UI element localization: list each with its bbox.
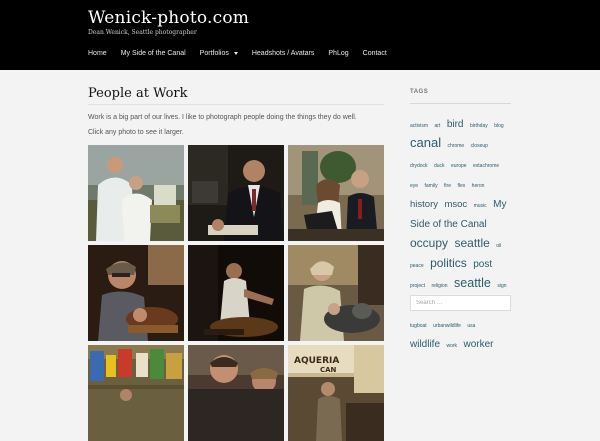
site-header: Wenick-photo.com Dean Wenick, Seattle ph…: [0, 0, 600, 70]
divider: [88, 104, 384, 105]
tag-link[interactable]: closeup: [471, 143, 488, 149]
photo-image: [188, 245, 284, 341]
tag-link[interactable]: music: [474, 203, 487, 209]
photo-image: [88, 345, 184, 441]
search-input[interactable]: [410, 295, 511, 311]
tag-link[interactable]: work: [446, 343, 457, 349]
photo-thumbnail-lab-workers[interactable]: [88, 145, 184, 241]
tag-link[interactable]: eye: [410, 183, 418, 189]
photo-thumbnail-workshop[interactable]: [188, 245, 284, 341]
site-title[interactable]: Wenick-photo.com: [88, 8, 249, 28]
photo-image: [288, 145, 384, 241]
site-description: Dean Wenick, Seattle photographer: [88, 29, 197, 36]
nav-item-label: Contact: [362, 49, 387, 57]
photo-thumbnail-woman-man-laptop[interactable]: [288, 145, 384, 241]
tag-link[interactable]: sign: [497, 283, 506, 289]
photo-image: [88, 245, 184, 341]
tag-link[interactable]: wildlife: [410, 339, 440, 350]
intro-text: Work is a big part of our lives. I like …: [88, 114, 357, 121]
tag-link[interactable]: religion: [431, 283, 447, 289]
tag-link[interactable]: europe: [451, 163, 467, 169]
tag-link[interactable]: usa: [467, 323, 475, 329]
photo-image: [188, 345, 284, 441]
tag-link[interactable]: msoc: [444, 199, 467, 210]
tag-cloud: activism art bird birthday blog canal ch…: [410, 113, 513, 353]
photo-thumbnail-man-signing[interactable]: [188, 145, 284, 241]
nav-item-label: Home: [88, 49, 107, 57]
tag-link[interactable]: history: [410, 199, 438, 210]
tag-link[interactable]: tugboat: [410, 323, 427, 329]
photo-thumbnail-taqueria[interactable]: AQUERIA CAN: [288, 345, 384, 441]
tag-link[interactable]: blog: [494, 123, 503, 129]
photo-gallery: AQUERIA CAN: [88, 145, 384, 441]
nav-item-label: My Side of the Canal: [120, 49, 186, 57]
tag-link[interactable]: duck: [434, 163, 445, 169]
tag-link[interactable]: activism: [410, 123, 428, 129]
photo-image: [288, 245, 384, 341]
tag-link[interactable]: heron: [472, 183, 485, 189]
tag-link[interactable]: politics: [430, 256, 467, 270]
photo-thumbnail-woman-animal[interactable]: [288, 245, 384, 341]
tag-link[interactable]: peace: [410, 263, 424, 269]
tag-link[interactable]: urbanwildlife: [433, 323, 461, 329]
tag-link[interactable]: oil: [496, 243, 501, 249]
nav-item-my-side-of-the-canal[interactable]: My Side of the Canal: [121, 50, 186, 57]
photo-thumbnail-shop-counter[interactable]: [88, 345, 184, 441]
main-nav: Home My Side of the Canal Portfolios Hea…: [88, 48, 401, 58]
tag-link[interactable]: flex: [457, 183, 465, 189]
tag-link[interactable]: bird: [447, 119, 464, 130]
photo-image: AQUERIA CAN: [288, 345, 384, 441]
tag-link[interactable]: seattle: [454, 236, 489, 250]
tag-link[interactable]: extachrome: [473, 163, 499, 169]
page-title: People at Work: [88, 86, 188, 101]
nav-item-label: PhLog: [328, 49, 349, 57]
tag-link[interactable]: drydock: [410, 163, 428, 169]
nav-item-headshots-avatars[interactable]: Headshots / Avatars: [252, 50, 315, 57]
nav-item-label: Headshots / Avatars: [251, 49, 315, 57]
tag-link[interactable]: worker: [463, 339, 493, 350]
tag-link[interactable]: project: [410, 283, 425, 289]
tag-link[interactable]: post: [473, 259, 492, 270]
tag-link[interactable]: family: [425, 183, 438, 189]
tag-link[interactable]: canal: [410, 135, 441, 150]
svg-text:CAN: CAN: [320, 366, 337, 374]
divider: [410, 103, 511, 104]
nav-item-portfolios[interactable]: Portfolios: [200, 50, 238, 57]
tag-link[interactable]: birthday: [470, 123, 488, 129]
photo-thumbnail-craftsman[interactable]: [88, 245, 184, 341]
photo-thumbnail-man-crowd[interactable]: [188, 345, 284, 441]
tags-heading: TAGS: [410, 89, 429, 95]
tag-link[interactable]: art: [435, 123, 441, 129]
photo-image: [88, 145, 184, 241]
nav-item-phlog[interactable]: PhLog: [328, 50, 348, 57]
photo-image: [188, 145, 284, 241]
nav-item-label: Portfolios: [199, 49, 229, 57]
nav-item-contact[interactable]: Contact: [363, 50, 387, 57]
chevron-down-icon: [233, 51, 238, 55]
tag-link[interactable]: seattle: [454, 276, 491, 290]
svg-text:AQUERIA: AQUERIA: [294, 356, 339, 366]
tag-link[interactable]: fire: [444, 183, 451, 189]
tag-link[interactable]: occupy: [410, 236, 448, 250]
tag-link[interactable]: chrome: [448, 143, 465, 149]
nav-item-home[interactable]: Home: [88, 50, 107, 57]
click-note: Click any photo to see it larger.: [88, 129, 184, 136]
